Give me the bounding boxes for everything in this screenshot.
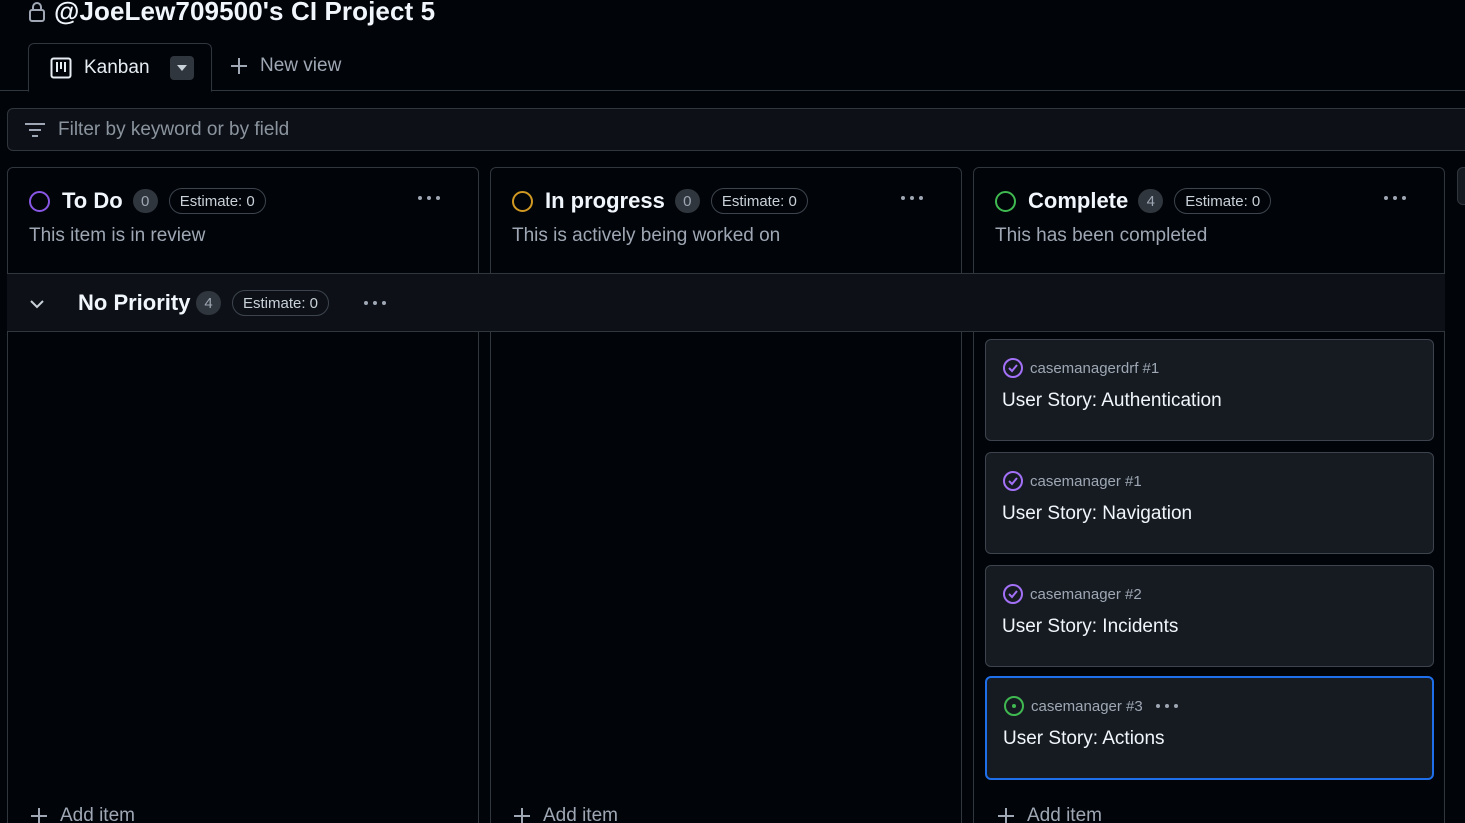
group-title: No Priority xyxy=(78,290,191,315)
new-view-button[interactable]: New view xyxy=(230,55,341,77)
issue-closed-icon xyxy=(1003,358,1023,378)
status-circle-icon xyxy=(995,190,1016,212)
card-reference[interactable]: casemanagerdrf #1 xyxy=(1030,360,1159,377)
card-title[interactable]: User Story: Authentication xyxy=(1002,390,1222,412)
status-circle-icon xyxy=(29,190,50,212)
tab-kanban-label: Kanban xyxy=(84,56,150,78)
column-options-button[interactable] xyxy=(409,186,449,210)
column-header: In progress 0 Estimate: 0 xyxy=(512,188,808,214)
column-description: This is actively being worked on xyxy=(512,225,781,246)
plus-icon xyxy=(998,808,1014,823)
card-header: casemanager #2 xyxy=(1002,583,1142,605)
plus-icon xyxy=(231,58,247,74)
column-title: In progress xyxy=(545,188,665,213)
kebab-horizontal-icon xyxy=(1384,196,1406,200)
page-title: @JoeLew709500's CI Project 5 xyxy=(54,0,436,26)
issue-card[interactable]: casemanagerdrf #1 User Story: Authentica… xyxy=(985,339,1434,441)
card-title[interactable]: User Story: Incidents xyxy=(1002,616,1178,638)
column-todo: To Do 0 Estimate: 0 This item is in revi… xyxy=(7,167,479,823)
card-header: casemanager #1 xyxy=(1002,470,1142,492)
kebab-horizontal-icon xyxy=(364,301,386,305)
card-options-button[interactable] xyxy=(1155,703,1179,709)
column-title: Complete xyxy=(1028,188,1129,213)
column-header: To Do 0 Estimate: 0 xyxy=(29,188,266,214)
card-reference[interactable]: casemanager #1 xyxy=(1030,473,1142,490)
card-header: casemanager #3 xyxy=(1003,695,1179,717)
add-item-button-todo[interactable]: Add item xyxy=(30,805,135,823)
card-title[interactable]: User Story: Actions xyxy=(1003,728,1165,750)
view-options-button[interactable] xyxy=(169,55,194,80)
filter-input[interactable] xyxy=(58,118,658,141)
project-board: @JoeLew709500's CI Project 5 Kanban New … xyxy=(0,0,1465,823)
filter-bar xyxy=(7,108,1465,151)
group-no-priority: No Priority 4 Estimate: 0 xyxy=(7,273,1445,332)
kebab-horizontal-icon xyxy=(1155,704,1178,708)
count-badge: 4 xyxy=(1138,189,1164,213)
column-header: Complete 4 Estimate: 0 xyxy=(995,188,1272,214)
tab-kanban[interactable]: Kanban xyxy=(28,43,212,92)
plus-icon xyxy=(31,808,47,823)
estimate-badge: Estimate: 0 xyxy=(710,188,808,214)
issue-card[interactable]: casemanager #2 User Story: Incidents xyxy=(985,565,1434,667)
estimate-badge: Estimate: 0 xyxy=(1174,188,1272,214)
card-header: casemanagerdrf #1 xyxy=(1002,357,1159,379)
estimate-badge: Estimate: 0 xyxy=(168,188,266,214)
column-title: To Do xyxy=(62,188,123,213)
chevron-down-icon[interactable] xyxy=(27,294,47,314)
count-badge: 0 xyxy=(132,189,158,213)
column-in-progress: In progress 0 Estimate: 0 This is active… xyxy=(490,167,962,823)
next-column-edge[interactable] xyxy=(1457,167,1465,205)
estimate-badge: Estimate: 0 xyxy=(232,290,330,316)
kebab-horizontal-icon xyxy=(901,196,923,200)
triangle-down-icon xyxy=(176,64,187,71)
group-options-button[interactable] xyxy=(355,290,395,316)
add-item-button-in-progress[interactable]: Add item xyxy=(513,805,618,823)
group-meta: 4 Estimate: 0 xyxy=(196,290,330,316)
column-description: This item is in review xyxy=(29,225,206,246)
card-reference[interactable]: casemanager #2 xyxy=(1030,586,1142,603)
kanban-icon xyxy=(50,57,72,78)
kebab-horizontal-icon xyxy=(418,196,440,200)
issue-card-selected[interactable]: casemanager #3 User Story: Actions xyxy=(985,676,1434,780)
add-item-label: Add item xyxy=(1027,805,1102,823)
count-badge: 0 xyxy=(674,189,700,213)
add-item-button-complete[interactable]: Add item xyxy=(997,805,1102,823)
status-circle-icon xyxy=(512,190,533,212)
view-tabs: Kanban New view xyxy=(0,42,1465,92)
plus-icon xyxy=(514,808,530,823)
lock-icon xyxy=(29,2,45,22)
filter-icon xyxy=(25,122,45,137)
add-item-label: Add item xyxy=(543,805,618,823)
card-title[interactable]: User Story: Navigation xyxy=(1002,503,1192,525)
card-reference[interactable]: casemanager #3 xyxy=(1031,698,1143,715)
project-header: @JoeLew709500's CI Project 5 xyxy=(28,0,435,30)
count-badge: 4 xyxy=(196,291,221,315)
new-view-label: New view xyxy=(260,55,342,76)
column-description: This has been completed xyxy=(995,225,1208,246)
add-item-label: Add item xyxy=(60,805,135,823)
issue-closed-icon xyxy=(1003,471,1023,491)
issue-closed-icon xyxy=(1003,584,1023,604)
column-options-button[interactable] xyxy=(1375,186,1415,210)
issue-open-icon xyxy=(1004,696,1024,716)
column-options-button[interactable] xyxy=(892,186,932,210)
issue-card[interactable]: casemanager #1 User Story: Navigation xyxy=(985,452,1434,554)
